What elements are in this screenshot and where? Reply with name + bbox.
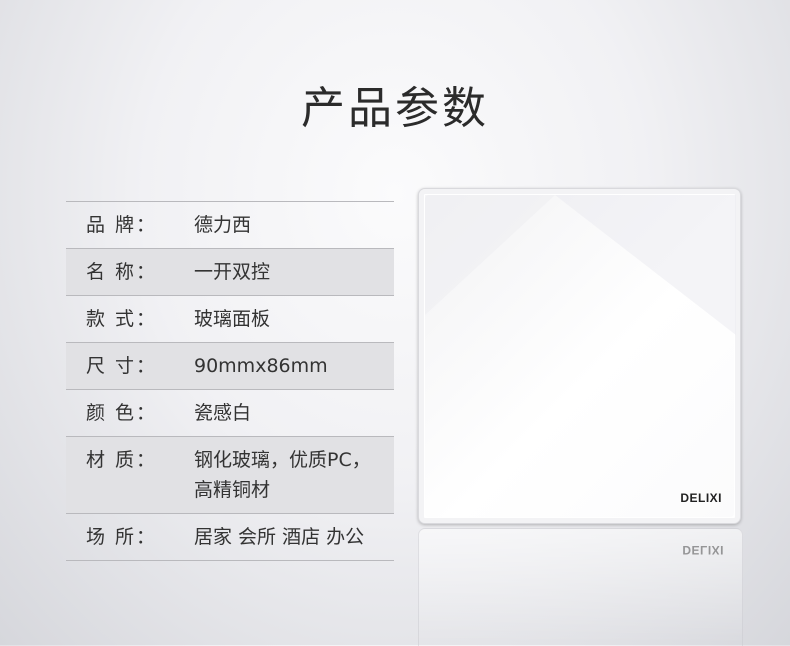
spec-key: 颜 色： (86, 402, 158, 424)
spec-key: 品 牌： (86, 214, 158, 236)
spec-key: 材 质： (86, 449, 158, 471)
spec-key: 尺 寸： (86, 355, 158, 377)
spec-row-color: 颜 色： 瓷感白 (66, 389, 394, 436)
glass-sheen (425, 195, 736, 335)
glass-face (425, 195, 736, 517)
spec-row-material: 材 质： 钢化玻璃，优质PC， 高精铜材 (66, 436, 394, 513)
page-title: 产品参数 (301, 83, 489, 134)
spec-key: 款 式： (86, 308, 158, 330)
spec-value: 钢化玻璃，优质PC， 高精铜材 (194, 449, 371, 501)
spec-value: 玻璃面板 (194, 308, 271, 330)
spec-row-name: 名 称： 一开双控 (66, 248, 394, 295)
panel-reflection: DELIXI (418, 528, 743, 646)
spec-row-style: 款 式： 玻璃面板 (66, 295, 394, 342)
spec-value: 一开双控 (194, 261, 271, 283)
spec-table: 品 牌： 德力西 名 称： 一开双控 款 式： 玻璃面板 尺 寸： 90mmx8… (66, 201, 394, 561)
spec-value: 德力西 (194, 214, 252, 236)
spec-row-size: 尺 寸： 90mmx86mm (66, 342, 394, 389)
reflected-brand-logo: DELIXI (682, 543, 724, 557)
switch-panel: DELIXI (418, 188, 741, 524)
spec-row-brand: 品 牌： 德力西 (66, 201, 394, 248)
spec-key: 场 所： (86, 526, 158, 548)
spec-key: 名 称： (86, 261, 158, 283)
product-image: DELIXI (418, 188, 741, 524)
spec-row-venue: 场 所： 居家 会所 酒店 办公 (66, 513, 394, 561)
spec-value: 居家 会所 酒店 办公 (194, 526, 365, 548)
spec-value: 90mmx86mm (194, 355, 328, 377)
brand-logo: DELIXI (680, 491, 722, 505)
spec-value: 瓷感白 (194, 402, 252, 424)
